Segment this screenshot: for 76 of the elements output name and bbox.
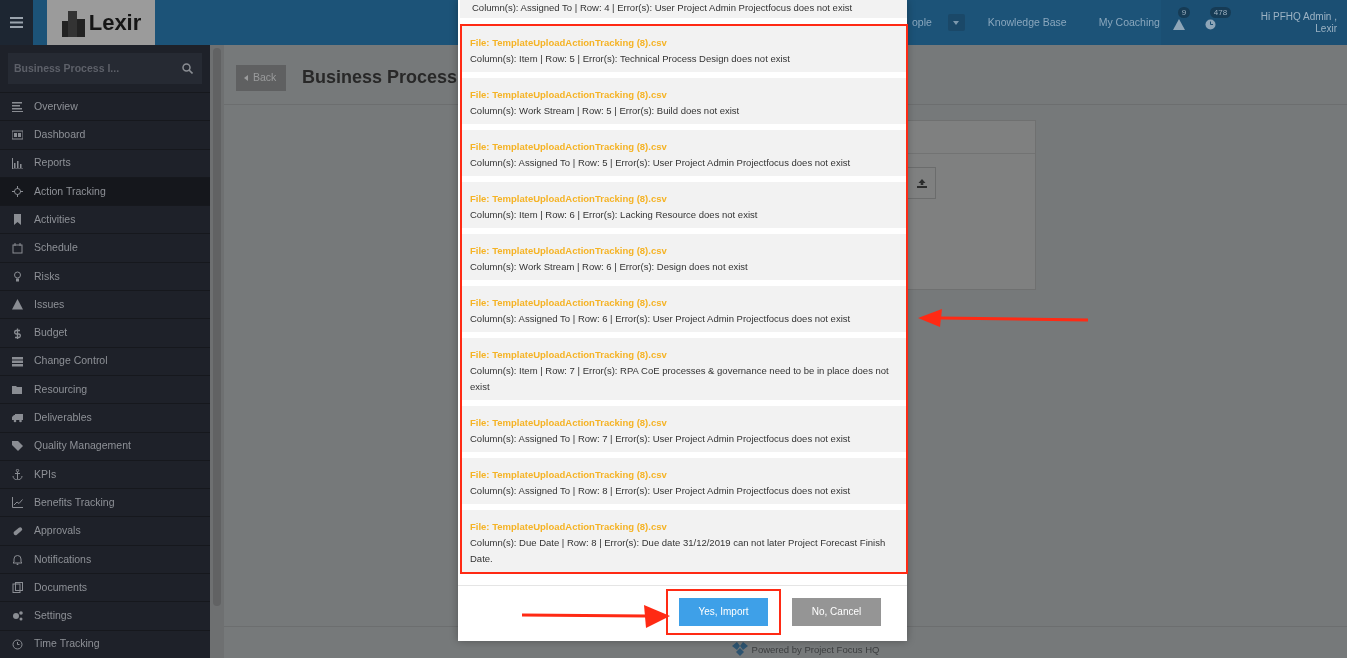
dollar-icon xyxy=(12,327,23,339)
warning-icon xyxy=(12,299,23,311)
documents-icon xyxy=(12,582,23,594)
count-badge: 9 xyxy=(1177,6,1191,18)
error-message: Column(s): Assigned To | Row: 8 | Error(s): User Project Admin Projectfocus does not exist xyxy=(470,484,852,498)
gears-icon xyxy=(12,610,23,622)
file-name: File: TemplateUploadActionTracking (8).csv xyxy=(470,348,668,362)
sidebar-item[interactable]: Action Tracking xyxy=(0,176,210,206)
sidebar-item[interactable]: Quality Management xyxy=(0,431,210,460)
logo-icon xyxy=(731,642,748,656)
dropdown-button[interactable] xyxy=(947,14,965,31)
error-message: Column(s): Assigned To | Row: 7 | Error(s): User Project Admin Projectfocus does not exist xyxy=(470,432,852,446)
file-name: File: TemplateUploadActionTracking (8).csv xyxy=(470,296,668,310)
warning-icon xyxy=(1172,19,1185,31)
error-message: Column(s): Due Date | Row: 8 | Error(s): Due date 31/12/2019 can not later Project Forecast Finish Date. xyxy=(470,536,887,566)
file-name: File: TemplateUploadActionTracking (8).csv xyxy=(470,468,668,482)
sidebar-item[interactable]: Documents xyxy=(0,573,210,602)
sidebar-item[interactable]: Activities xyxy=(0,205,210,234)
sidebar-item[interactable]: Change Control xyxy=(0,346,210,375)
bookmark-icon xyxy=(12,214,23,226)
nav-link[interactable]: Knowledge Base xyxy=(987,14,1067,31)
sidebar-item[interactable]: Resourcing xyxy=(0,374,210,404)
crosshair-icon xyxy=(12,186,23,198)
bar-chart-icon xyxy=(12,157,23,169)
list-icon xyxy=(12,101,23,113)
user-greeting[interactable]: Hi PFHQ Admin , xyxy=(1260,10,1337,23)
user-greeting[interactable]: Lexir xyxy=(1260,22,1337,35)
clock-icon xyxy=(12,638,23,650)
logo-text: Lexir xyxy=(88,9,142,37)
caret-icon xyxy=(953,20,960,25)
error-message: Column(s): Assigned To | Row: 6 | Error(s): User Project Admin Projectfocus does not exist xyxy=(470,312,852,326)
sidebar-item[interactable]: Dashboard xyxy=(0,120,210,149)
bell-icon xyxy=(12,553,23,565)
search-icon xyxy=(182,63,193,74)
truck-icon xyxy=(12,412,23,424)
file-name: File: TemplateUploadActionTracking (8).csv xyxy=(470,520,668,534)
dashboard-icon xyxy=(12,129,23,141)
lightbulb-icon xyxy=(12,270,23,282)
sidebar-item[interactable]: Schedule xyxy=(0,233,210,262)
error-message: Column(s): Item | Row: 7 | Error(s): RPA CoE processes & governance need to be in place does not exist xyxy=(470,364,890,394)
upload-icon xyxy=(917,178,927,188)
error-message: Column(s): Work Stream | Row: 5 | Error(s): Build does not exist xyxy=(470,104,741,118)
error-message: Column(s): Work Stream | Row: 6 | Error(s): Design does not exist xyxy=(470,260,749,274)
file-name: File: TemplateUploadActionTracking (8).csv xyxy=(470,36,668,50)
error-message: Column(s): Assigned To | Row: 4 | Error(s): User Project Admin Projectfocus does not exist xyxy=(460,0,907,18)
menu-button[interactable] xyxy=(0,0,33,45)
caret-icon xyxy=(244,74,248,81)
line-chart-icon xyxy=(12,497,23,509)
buildings-icon xyxy=(60,8,87,37)
sidebar-item[interactable]: Settings xyxy=(0,601,210,630)
sidebar-item[interactable]: Overview xyxy=(0,92,210,121)
nav-link[interactable]: My Coaching xyxy=(1098,14,1160,31)
clock-icon xyxy=(1204,19,1216,31)
file-name: File: TemplateUploadActionTracking (8).csv xyxy=(470,140,668,154)
cancel-button[interactable]: No, Cancel xyxy=(792,597,881,626)
import-button[interactable]: Yes, Import xyxy=(679,597,768,626)
file-name: File: TemplateUploadActionTracking (8).csv xyxy=(470,416,668,430)
error-message: Column(s): Item | Row: 5 | Error(s): Technical Process Design does not exist xyxy=(470,52,791,66)
tag-icon xyxy=(12,440,23,452)
file-name: File: TemplateUploadActionTracking (8).csv xyxy=(470,88,668,102)
anchor-icon xyxy=(12,469,23,480)
server-icon xyxy=(12,355,23,367)
sidebar-item[interactable]: Reports xyxy=(0,148,210,177)
sidebar-item[interactable]: Deliverables xyxy=(0,403,210,432)
page-title: Business Process xyxy=(302,66,458,89)
menu-icon xyxy=(10,17,23,28)
calendar-icon xyxy=(12,242,23,254)
sidebar-item[interactable]: Issues xyxy=(0,290,210,319)
file-name: File: TemplateUploadActionTracking (8).csv xyxy=(470,244,668,258)
file-name: File: TemplateUploadActionTracking (8).csv xyxy=(470,192,668,206)
error-message: Column(s): Item | Row: 6 | Error(s): Lacking Resource does not exist xyxy=(470,208,759,222)
pill-icon xyxy=(12,525,23,537)
count-badge: 478 xyxy=(1209,6,1232,18)
nav-link[interactable]: ople xyxy=(912,14,932,31)
folder-icon xyxy=(12,384,23,396)
error-message: Column(s): Assigned To | Row: 5 | Error(s): User Project Admin Projectfocus does not exist xyxy=(470,156,852,170)
